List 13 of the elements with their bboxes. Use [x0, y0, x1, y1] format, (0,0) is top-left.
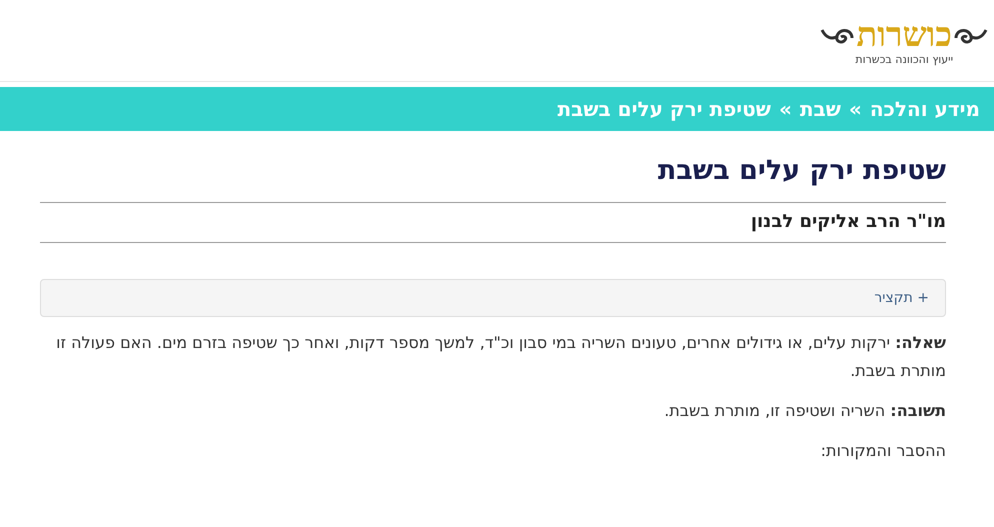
article-paragraph: ההסבר והמקורות: [820, 440, 946, 462]
logo-tagline: ייעוץ והכוונה בכשרות [855, 53, 954, 66]
article-paragraph: שאלה: ירקות עלים, או גידולים אחרים, טעונים השריה במי סבון וכ"ד, למשך מספר דקות, ואחר כך שטיפה בזרם מים. האם פעולה זו מותרת בשבת. [55, 332, 946, 382]
breadcrumb-link[interactable]: מידע והלכה [870, 97, 980, 121]
summary-toggle[interactable]: + תקציר [40, 279, 946, 317]
article-author: מו"ר הרב אליקים לבנון [40, 203, 946, 243]
article-paragraph: תשובה: השריה ושטיפה זו, מותרת בשבת. [663, 400, 946, 422]
breadcrumb-separator: » [848, 97, 862, 121]
breadcrumb-current-page: שטיפת ירק עלים בשבת [557, 97, 771, 121]
breadcrumb-separator: » [778, 97, 792, 121]
article-title: שטיפת ירק עלים בשבת [40, 155, 946, 203]
logo-wordmark: כושרות [856, 15, 952, 55]
breadcrumb-link[interactable]: שבת [800, 97, 841, 121]
